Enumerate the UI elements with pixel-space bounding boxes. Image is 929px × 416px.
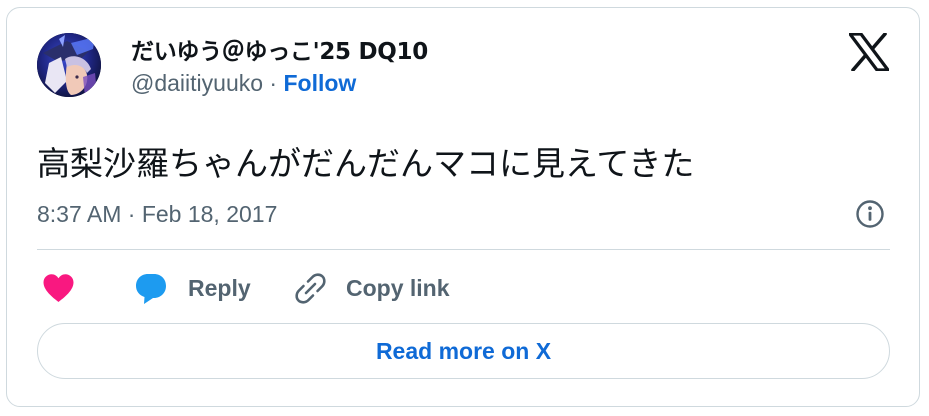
reply-label: Reply <box>188 274 251 301</box>
read-more-label: Read more on X <box>375 337 552 364</box>
author-display-name[interactable]: だいゆう＠ゆっこ'25 DQ10 <box>131 35 428 69</box>
info-icon[interactable] <box>855 199 885 229</box>
handle-separator: · <box>263 70 284 96</box>
read-more-button[interactable]: Read more on X <box>37 323 890 379</box>
link-icon <box>295 272 326 304</box>
heart-icon[interactable] <box>42 273 75 303</box>
avatar-image-icon <box>37 33 101 97</box>
tweet-embed-card: だいゆう＠ゆっこ'25 DQ10 @daiitiyuuko · Follow 高… <box>6 7 920 407</box>
follow-link[interactable]: Follow <box>283 70 356 96</box>
reply-button[interactable]: Reply <box>134 270 251 306</box>
user-avatar[interactable] <box>37 33 101 97</box>
author-handle-row: @daiitiyuuko · Follow <box>131 67 428 99</box>
divider <box>37 249 890 250</box>
tweet-text: 高梨沙羅ちゃんがだんだんマコに見えてきた <box>37 144 695 183</box>
speech-bubble-icon <box>136 274 166 304</box>
x-logo-icon[interactable] <box>848 32 890 72</box>
copy-link-button[interactable]: Copy link <box>294 270 450 306</box>
tweet-timestamp[interactable]: 8:37 AM · Feb 18, 2017 <box>37 197 277 231</box>
author-handle[interactable]: @daiitiyuuko <box>131 70 263 96</box>
author-block: だいゆう＠ゆっこ'25 DQ10 @daiitiyuuko · Follow <box>131 35 428 96</box>
copy-link-label: Copy link <box>346 274 450 301</box>
